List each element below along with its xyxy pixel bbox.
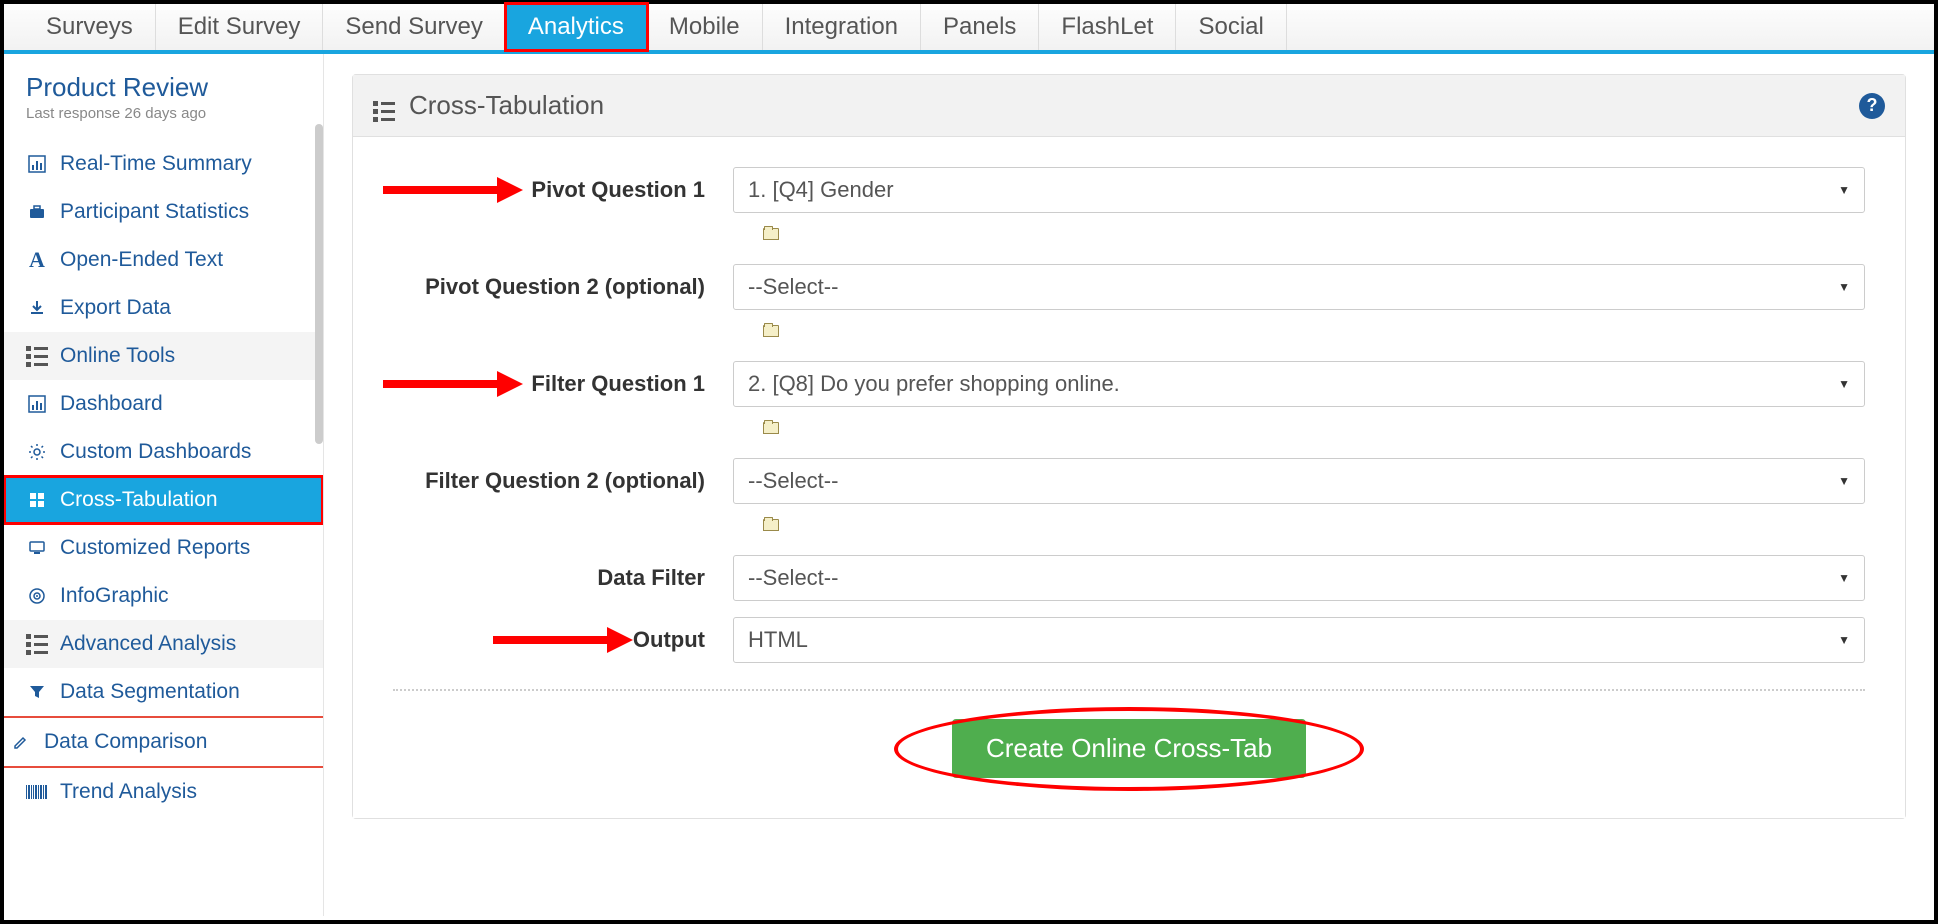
select-value: --Select-- (748, 468, 838, 494)
barcode-icon (26, 781, 48, 803)
sidebar-item-realtime-summary[interactable]: Real-Time Summary (4, 140, 323, 188)
funnel-icon (26, 681, 48, 703)
create-cross-tab-button[interactable]: Create Online Cross-Tab (952, 719, 1306, 778)
sidebar-item-trend-analysis[interactable]: Trend Analysis (4, 766, 323, 816)
sidebar-item-label: Participant Statistics (60, 200, 249, 224)
text-a-icon: A (26, 249, 48, 271)
sidebar-item-label: Advanced Analysis (60, 632, 236, 656)
survey-subtitle: Last response 26 days ago (4, 105, 323, 140)
sidebar-item-label: Online Tools (60, 344, 175, 368)
sidebar-item-customized-reports[interactable]: Customized Reports (4, 524, 323, 572)
target-icon (26, 585, 48, 607)
folder-icon[interactable] (763, 325, 779, 337)
chevron-down-icon: ▼ (1838, 571, 1850, 585)
sidebar-scrollbar[interactable] (315, 124, 323, 444)
select-value: --Select-- (748, 274, 838, 300)
sidebar-item-cross-tabulation[interactable]: Cross-Tabulation (4, 476, 323, 524)
folder-icon[interactable] (763, 519, 779, 531)
sidebar: Product Review Last response 26 days ago… (4, 54, 324, 916)
sidebar-item-label: Trend Analysis (60, 780, 197, 804)
sidebar-heading-advanced-analysis[interactable]: Advanced Analysis (4, 620, 323, 668)
label-output: Output (393, 627, 733, 653)
chevron-down-icon: ▼ (1838, 183, 1850, 197)
select-filter-q2[interactable]: --Select-- ▼ (733, 458, 1865, 504)
label-pivot-q2: Pivot Question 2 (optional) (393, 274, 733, 300)
help-button[interactable]: ? (1859, 93, 1885, 119)
tab-flashlet[interactable]: FlashLet (1039, 4, 1176, 50)
sidebar-item-label: Cross-Tabulation (60, 488, 218, 512)
select-data-filter[interactable]: --Select-- ▼ (733, 555, 1865, 601)
divider (393, 689, 1865, 691)
select-value: 2. [Q8] Do you prefer shopping online. (748, 371, 1120, 397)
tab-panels[interactable]: Panels (921, 4, 1039, 50)
sidebar-item-participant-stats[interactable]: Participant Statistics (4, 188, 323, 236)
select-value: --Select-- (748, 565, 838, 591)
select-pivot-q1[interactable]: 1. [Q4] Gender ▼ (733, 167, 1865, 213)
label-data-filter: Data Filter (393, 565, 733, 591)
sidebar-heading-online-tools[interactable]: Online Tools (4, 332, 323, 380)
sidebar-item-label: Export Data (60, 296, 171, 320)
sidebar-item-open-ended-text[interactable]: A Open-Ended Text (4, 236, 323, 284)
sidebar-item-label: Customized Reports (60, 536, 250, 560)
chevron-down-icon: ▼ (1838, 633, 1850, 647)
tab-mobile[interactable]: Mobile (647, 4, 763, 50)
chevron-down-icon: ▼ (1838, 280, 1850, 294)
sidebar-item-custom-dashboards[interactable]: Custom Dashboards (4, 428, 323, 476)
survey-title[interactable]: Product Review (4, 72, 323, 105)
tab-send-survey[interactable]: Send Survey (323, 4, 505, 50)
list-icon (26, 345, 48, 367)
tab-integration[interactable]: Integration (763, 4, 921, 50)
sidebar-item-data-comparison[interactable]: Data Comparison (4, 716, 323, 766)
select-output[interactable]: HTML ▼ (733, 617, 1865, 663)
select-value: HTML (748, 627, 808, 653)
sidebar-item-label: Dashboard (60, 392, 163, 416)
sidebar-item-export-data[interactable]: Export Data (4, 284, 323, 332)
tab-social[interactable]: Social (1176, 4, 1286, 50)
gear-icon (26, 441, 48, 463)
chart-bar-icon (26, 153, 48, 175)
briefcase-icon (26, 201, 48, 223)
chevron-down-icon: ▼ (1838, 474, 1850, 488)
sidebar-item-dashboard[interactable]: Dashboard (4, 380, 323, 428)
sidebar-item-label: Data Comparison (44, 730, 207, 754)
tab-surveys[interactable]: Surveys (24, 4, 156, 50)
sidebar-item-label: InfoGraphic (60, 584, 169, 608)
label-filter-q1: Filter Question 1 (393, 371, 733, 397)
tab-analytics[interactable]: Analytics (506, 4, 647, 50)
sidebar-item-label: Real-Time Summary (60, 152, 252, 176)
main-content: Cross-Tabulation ? Pivot Question 1 1. [… (324, 54, 1934, 916)
list-icon (373, 89, 395, 122)
grid-icon (26, 489, 48, 511)
panel-header: Cross-Tabulation ? (353, 75, 1905, 137)
download-icon (26, 297, 48, 319)
panel-title: Cross-Tabulation (409, 90, 604, 121)
edit-icon (10, 731, 32, 753)
chevron-down-icon: ▼ (1838, 377, 1850, 391)
cross-tab-panel: Cross-Tabulation ? Pivot Question 1 1. [… (352, 74, 1906, 819)
top-tab-bar: Surveys Edit Survey Send Survey Analytic… (4, 4, 1934, 54)
sidebar-item-label: Data Segmentation (60, 680, 240, 704)
monitor-icon (26, 537, 48, 559)
sidebar-item-infographic[interactable]: InfoGraphic (4, 572, 323, 620)
select-value: 1. [Q4] Gender (748, 177, 894, 203)
label-filter-q2: Filter Question 2 (optional) (393, 468, 733, 494)
chart-bar-icon (26, 393, 48, 415)
sidebar-item-data-segmentation[interactable]: Data Segmentation (4, 668, 323, 716)
folder-icon[interactable] (763, 228, 779, 240)
folder-icon[interactable] (763, 422, 779, 434)
label-pivot-q1: Pivot Question 1 (393, 177, 733, 203)
sidebar-item-label: Open-Ended Text (60, 248, 223, 272)
select-filter-q1[interactable]: 2. [Q8] Do you prefer shopping online. ▼ (733, 361, 1865, 407)
sidebar-item-label: Custom Dashboards (60, 440, 251, 464)
select-pivot-q2[interactable]: --Select-- ▼ (733, 264, 1865, 310)
tab-edit-survey[interactable]: Edit Survey (156, 4, 324, 50)
list-icon (26, 633, 48, 655)
